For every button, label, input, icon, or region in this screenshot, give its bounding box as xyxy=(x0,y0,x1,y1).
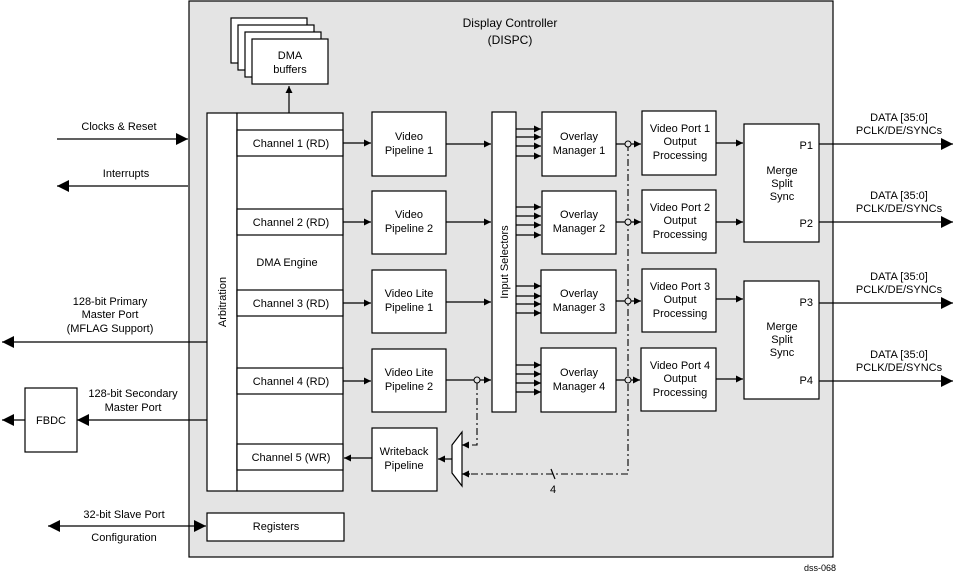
overlay-manager-3-label-2: Manager 3 xyxy=(553,302,606,314)
figure-id: dss-068 xyxy=(804,563,836,573)
merge-2-label-3: Sync xyxy=(770,347,795,359)
video-lite-pipeline-1-label-1: Video Lite xyxy=(385,288,434,300)
om4-tap-node xyxy=(624,376,632,384)
dma-engine-label: DMA Engine xyxy=(256,257,317,269)
video-lite-pipeline-2-label-2: Pipeline 2 xyxy=(385,381,433,393)
writeback-pipeline-label-2: Pipeline xyxy=(384,460,423,472)
interrupts-label: Interrupts xyxy=(103,168,150,180)
controller-title: Display Controller xyxy=(463,16,558,30)
clocks-label: Clocks & Reset xyxy=(81,121,156,133)
primary-port-label-2: Master Port xyxy=(82,309,139,321)
video-port-2-label-1: Video Port 2 xyxy=(650,202,710,214)
output-p3-label-1: DATA [35:0] xyxy=(870,271,928,283)
dma-buffers: DMA buffers xyxy=(230,17,329,85)
port-p4-label: P4 xyxy=(800,375,813,387)
video-pipeline-1 xyxy=(371,111,447,177)
video-port-2-label-3: Processing xyxy=(653,229,707,241)
channel-3-label: Channel 3 (RD) xyxy=(253,298,329,310)
video-port-1-label-1: Video Port 1 xyxy=(650,123,710,135)
om1-tap-node xyxy=(624,140,632,148)
registers-label: Registers xyxy=(253,521,300,533)
fbdc-label: FBDC xyxy=(36,415,66,427)
overlay-manager-2-label-1: Overlay xyxy=(560,209,598,221)
output-p4-label-1: DATA [35:0] xyxy=(870,349,928,361)
merge-2-label-2: Split xyxy=(771,334,792,346)
overlay-manager-1-label-1: Overlay xyxy=(560,131,598,143)
video-port-4-label-2: Output xyxy=(663,373,696,385)
video-lite-pipeline-1-label-2: Pipeline 1 xyxy=(385,302,433,314)
primary-port-label-3: (MFLAG Support) xyxy=(67,323,154,335)
slave-port-label: 32-bit Slave Port xyxy=(83,509,164,521)
secondary-port-label-1: 128-bit Secondary xyxy=(88,388,178,400)
channel-1-label: Channel 1 (RD) xyxy=(253,138,329,150)
video-port-4-label-1: Video Port 4 xyxy=(650,360,710,372)
overlay-manager-4-label-2: Manager 4 xyxy=(553,381,606,393)
merge-2-label-1: Merge xyxy=(766,321,797,333)
primary-port-label-1: 128-bit Primary xyxy=(73,296,148,308)
overlay-manager-3-label-1: Overlay xyxy=(560,288,598,300)
video-port-4-label-3: Processing xyxy=(653,387,707,399)
video-lite-pipeline-2-label-1: Video Lite xyxy=(385,367,434,379)
output-p2-label-1: DATA [35:0] xyxy=(870,190,928,202)
output-p4-label-2: PCLK/DE/SYNCs xyxy=(856,362,943,374)
input-selectors-label: Input Selectors xyxy=(499,225,511,299)
video-port-2-label-2: Output xyxy=(663,215,696,227)
secondary-port-label-2: Master Port xyxy=(105,402,162,414)
overlay-manager-1-label-2: Manager 1 xyxy=(553,145,606,157)
channel-4-label: Channel 4 (RD) xyxy=(253,376,329,388)
video-pipeline-1-label-1: Video xyxy=(395,131,423,143)
video-port-3-label-2: Output xyxy=(663,294,696,306)
configuration-label: Configuration xyxy=(91,532,156,544)
port-p3-label: P3 xyxy=(800,297,813,309)
bus-width-label: 4 xyxy=(550,484,556,496)
port-p1-label: P1 xyxy=(800,140,813,152)
channel-5-label: Channel 5 (WR) xyxy=(252,452,331,464)
video-pipeline-2-label-2: Pipeline 2 xyxy=(385,223,433,235)
dma-buffers-label-2: buffers xyxy=(273,64,307,76)
dispc-block-diagram: Display Controller (DISPC) DMA buffers A… xyxy=(2,0,953,573)
port-p2-label: P2 xyxy=(800,218,813,230)
video-port-1-label-2: Output xyxy=(663,136,696,148)
overlay-manager-4 xyxy=(540,347,617,413)
output-p1-label-1: DATA [35:0] xyxy=(870,112,928,124)
dma-buffers-label-1: DMA xyxy=(278,50,303,62)
om2-tap-node xyxy=(624,218,632,226)
video-port-3-label-3: Processing xyxy=(653,308,707,320)
output-p2-label-2: PCLK/DE/SYNCs xyxy=(856,203,943,215)
output-p3-label-2: PCLK/DE/SYNCs xyxy=(856,284,943,296)
overlay-manager-4-label-1: Overlay xyxy=(560,367,598,379)
video-port-1-label-3: Processing xyxy=(653,150,707,162)
overlay-manager-1 xyxy=(541,111,617,177)
arbitration-label: Arbitration xyxy=(217,277,229,327)
video-pipeline-2-label-1: Video xyxy=(395,209,423,221)
vlp2-tap-node xyxy=(473,376,481,384)
merge-1-label-2: Split xyxy=(771,178,792,190)
overlay-manager-2-label-2: Manager 2 xyxy=(553,223,606,235)
writeback-pipeline-label-1: Writeback xyxy=(380,446,429,458)
output-p1-label-2: PCLK/DE/SYNCs xyxy=(856,125,943,137)
video-port-3-label-1: Video Port 3 xyxy=(650,281,710,293)
merge-1-label-3: Sync xyxy=(770,191,795,203)
om3-tap-node xyxy=(624,297,632,305)
merge-1-label-1: Merge xyxy=(766,165,797,177)
pipelines: Video Pipeline 1 Video Pipeline 2 Video … xyxy=(371,111,447,492)
channel-2-label: Channel 2 (RD) xyxy=(253,217,329,229)
controller-subtitle: (DISPC) xyxy=(488,33,533,47)
video-pipeline-1-label-2: Pipeline 1 xyxy=(385,145,433,157)
